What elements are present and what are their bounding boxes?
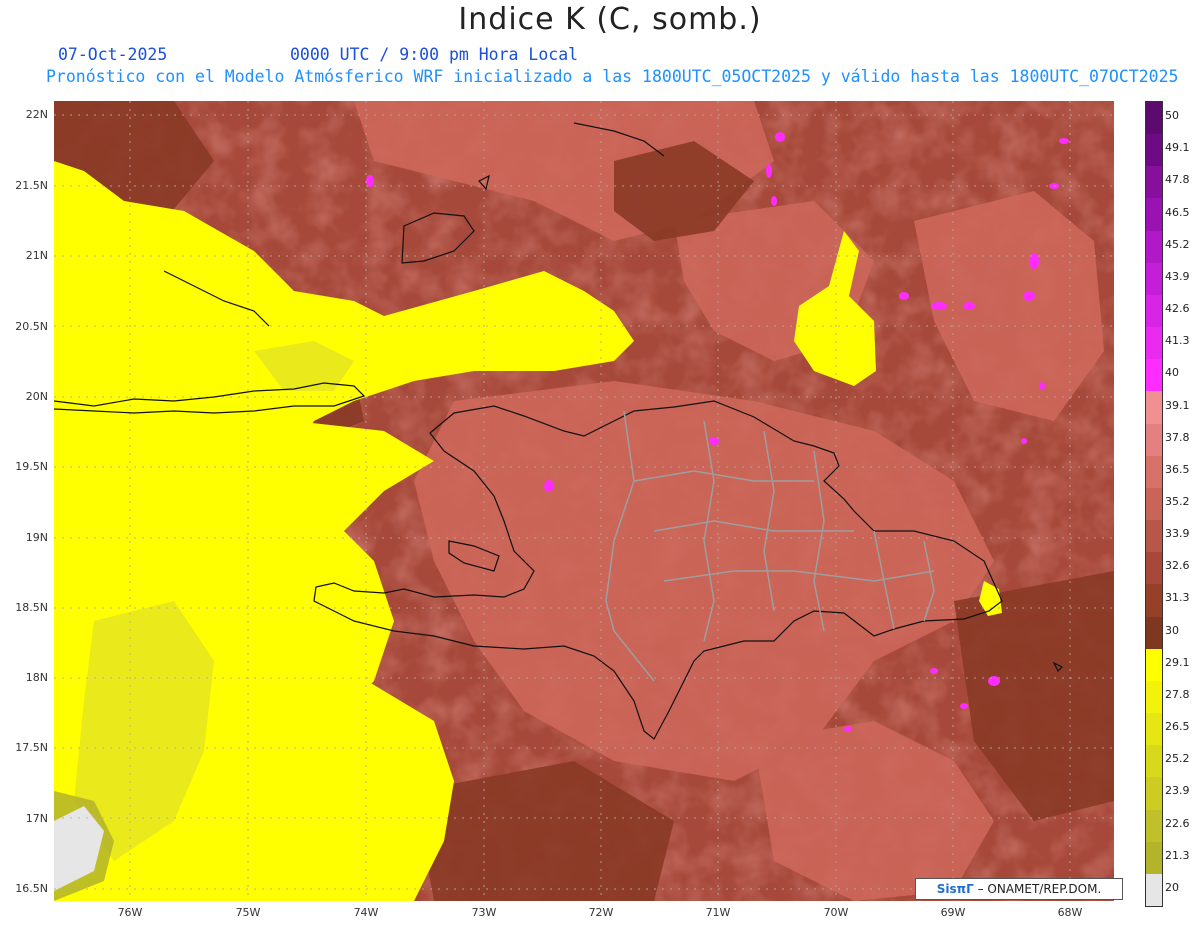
lat-label: 16.5N bbox=[15, 882, 48, 895]
colorbar-label: 35.2 bbox=[1165, 495, 1190, 508]
map-canvas bbox=[54, 101, 1114, 901]
forecast-time: 0000 UTC / 9:00 pm Hora Local bbox=[290, 45, 579, 64]
colorbar-label: 33.9 bbox=[1165, 527, 1190, 541]
colorbar-segment bbox=[1146, 102, 1162, 135]
colorbar-label: 31.3 bbox=[1165, 591, 1190, 605]
lon-label: 70W bbox=[823, 906, 849, 919]
lon-label: 74W bbox=[353, 906, 379, 919]
lat-label: 18N bbox=[25, 671, 48, 684]
colorbar-segment bbox=[1146, 873, 1162, 907]
colorbar-label: 20 bbox=[1165, 880, 1179, 894]
colorbar-segment bbox=[1146, 198, 1162, 232]
lat-label: 19.5N bbox=[15, 460, 48, 473]
lat-label: 21.5N bbox=[15, 179, 48, 192]
colorbar-label: 47.8 bbox=[1165, 173, 1190, 187]
lat-label: 17N bbox=[25, 812, 48, 825]
colorbar-label: 41.3 bbox=[1165, 334, 1190, 348]
colorbar-segment bbox=[1146, 777, 1162, 811]
colorbar-label: 26.5 bbox=[1165, 720, 1190, 734]
colorbar-segment bbox=[1146, 487, 1162, 521]
credit-box: SisπΓ – ONAMET/REP.DOM. bbox=[915, 878, 1123, 900]
colorbar-segment bbox=[1146, 359, 1162, 392]
lon-label: 72W bbox=[588, 906, 614, 919]
credit-text: – ONAMET/REP.DOM. bbox=[977, 882, 1102, 896]
lat-label: 20N bbox=[25, 390, 48, 403]
colorbar-label: 49.1 bbox=[1165, 141, 1190, 155]
colorbar-label: 23.9 bbox=[1165, 784, 1190, 798]
lon-label: 75W bbox=[235, 906, 261, 919]
colorbar-segment bbox=[1146, 327, 1162, 360]
colorbar-segment bbox=[1146, 552, 1162, 585]
colorbar-segment bbox=[1146, 841, 1162, 875]
colorbar bbox=[1145, 101, 1163, 907]
colorbar-segment bbox=[1146, 713, 1162, 746]
colorbar-segment bbox=[1146, 423, 1162, 457]
colorbar-segment bbox=[1146, 745, 1162, 778]
colorbar-label: 46.5 bbox=[1165, 205, 1190, 219]
colorbar-label: 42.6 bbox=[1165, 302, 1190, 316]
colorbar-label: 29.1 bbox=[1165, 655, 1190, 669]
colorbar-label: 45.2 bbox=[1165, 237, 1190, 251]
lon-label: 68W bbox=[1057, 906, 1083, 919]
colorbar-label: 43.9 bbox=[1165, 269, 1190, 283]
colorbar-label: 50 bbox=[1165, 109, 1179, 123]
lat-label: 19N bbox=[25, 531, 48, 544]
lat-label: 20.5N bbox=[15, 320, 48, 333]
colorbar-segment bbox=[1146, 230, 1162, 264]
colorbar-segment bbox=[1146, 391, 1162, 425]
colorbar-label: 39.1 bbox=[1165, 398, 1190, 412]
colorbar-label: 21.3 bbox=[1165, 848, 1190, 862]
lat-label: 18.5N bbox=[15, 601, 48, 614]
colorbar-segment bbox=[1146, 616, 1162, 650]
lat-label: 21N bbox=[25, 249, 48, 262]
lon-label: 71W bbox=[705, 906, 731, 919]
colorbar-segment bbox=[1146, 520, 1162, 553]
lon-label: 69W bbox=[940, 906, 966, 919]
lon-label: 76W bbox=[117, 906, 143, 919]
colorbar-segment bbox=[1146, 294, 1162, 328]
colorbar-segment bbox=[1146, 584, 1162, 618]
lat-label: 17.5N bbox=[15, 741, 48, 754]
colorbar-segment bbox=[1146, 648, 1162, 682]
colorbar-label: 22.6 bbox=[1165, 816, 1190, 830]
colorbar-segment bbox=[1146, 455, 1162, 489]
colorbar-label: 40 bbox=[1165, 366, 1179, 380]
colorbar-label: 25.2 bbox=[1165, 752, 1190, 766]
colorbar-segment bbox=[1146, 680, 1162, 714]
model-init-info: Pronóstico con el Modelo Atmósferico WRF… bbox=[46, 67, 1179, 86]
colorbar-segment bbox=[1146, 262, 1162, 296]
lon-label: 73W bbox=[471, 906, 497, 919]
colorbar-label: 27.8 bbox=[1165, 687, 1190, 701]
colorbar-label: 30 bbox=[1165, 623, 1179, 637]
map-title: Indice K (C, somb.) bbox=[458, 2, 762, 37]
colorbar-segment bbox=[1146, 166, 1162, 199]
colorbar-label: 36.5 bbox=[1165, 462, 1190, 476]
colorbar-label: 37.8 bbox=[1165, 430, 1190, 444]
colorbar-label: 32.6 bbox=[1165, 559, 1190, 573]
k-index-map bbox=[54, 101, 1114, 901]
colorbar-segment bbox=[1146, 134, 1162, 167]
sispi-logo: SisπΓ bbox=[936, 882, 974, 896]
lat-label: 22N bbox=[25, 108, 48, 121]
forecast-date: 07-Oct-2025 bbox=[58, 45, 168, 64]
colorbar-segment bbox=[1146, 809, 1162, 843]
